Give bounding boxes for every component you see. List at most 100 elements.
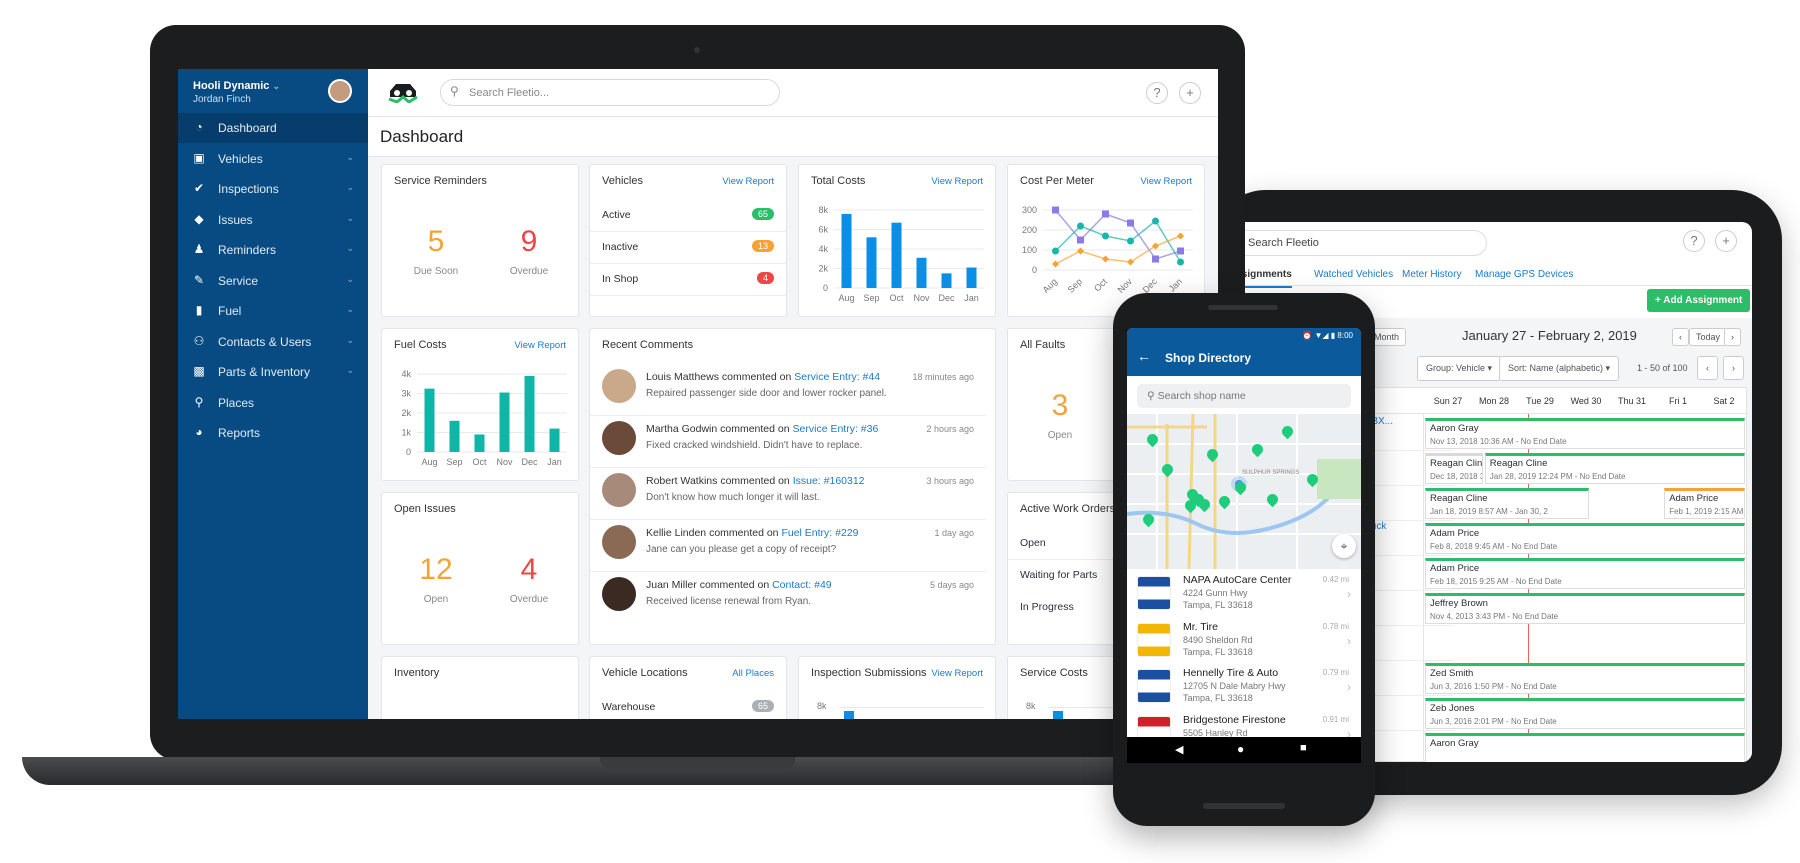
add-button[interactable]: + bbox=[1179, 82, 1201, 104]
issues-overdue-count[interactable]: 4 bbox=[489, 553, 569, 587]
pagination-label: 1 - 50 of 100 bbox=[1637, 363, 1688, 373]
assignment-block[interactable]: Reagan Cline Jan 18, 2019 8:57 AM - Jan 3… bbox=[1425, 488, 1589, 519]
comment-target-link[interactable]: Service Entry: #44 bbox=[794, 371, 880, 383]
sidebar-item-places[interactable]: ⚲ Places bbox=[178, 388, 368, 418]
shop-list-item[interactable]: Hennelly Tire & Auto 12705 N Dale Mabry H… bbox=[1127, 664, 1361, 710]
assignment-block[interactable]: Adam Price Feb 18, 2015 9:25 AM - No End … bbox=[1425, 558, 1745, 589]
day-header: Thu 31 bbox=[1617, 396, 1647, 406]
prev-week-button[interactable]: ‹ bbox=[1672, 328, 1689, 346]
faults-open-count[interactable]: 3 bbox=[1020, 389, 1100, 423]
sidebar-item-reports[interactable]: ◕ Reports bbox=[178, 418, 368, 448]
overdue-count[interactable]: 9 bbox=[489, 225, 569, 259]
sort-select[interactable]: Sort: Name (alphabetic) ▾ bbox=[1499, 356, 1620, 381]
nav-recents-icon[interactable]: ■ bbox=[1300, 742, 1307, 754]
issues-open-count[interactable]: 12 bbox=[396, 553, 476, 587]
nav-home-icon[interactable]: ● bbox=[1237, 742, 1244, 756]
view-report-link[interactable]: View Report bbox=[514, 340, 566, 351]
y-tick-label: 4k bbox=[818, 244, 828, 254]
vehicles-card: Vehicles View Report Active 65 Inactive 13 I… bbox=[589, 164, 787, 317]
view-report-link[interactable]: View Report bbox=[722, 176, 774, 187]
view-report-link[interactable]: View Report bbox=[1140, 176, 1192, 187]
sidebar-item-service[interactable]: ✎ Service ⌄ bbox=[178, 266, 368, 296]
sidebar-item-label: Service bbox=[218, 273, 259, 288]
avatar bbox=[602, 369, 636, 403]
group-select[interactable]: Group: Vehicle ▾ bbox=[1417, 356, 1502, 381]
tab-manage-gps-devices[interactable]: Manage GPS Devices bbox=[1475, 269, 1573, 280]
assignment-block[interactable]: Adam Price Feb 1, 2019 2:15 AM bbox=[1664, 488, 1745, 519]
assignment-block[interactable]: Jeffrey Brown Nov 4, 2013 3:43 PM - No En… bbox=[1425, 593, 1745, 624]
phone-screen: ⏰ ▼◢ ▮ 8:00 ← Shop Directory ⚲ Search sh… bbox=[1127, 328, 1361, 763]
assignment-block[interactable]: Zed Smith Jun 3, 2016 1:50 PM - No End Da… bbox=[1425, 663, 1745, 694]
comment-text: Repaired passenger side door and lower r… bbox=[646, 388, 887, 399]
comment-target-link[interactable]: Contact: #49 bbox=[772, 579, 832, 591]
comment-target-link[interactable]: Fuel Entry: #229 bbox=[781, 527, 858, 539]
assignee-name: Zed Smith bbox=[1430, 668, 1474, 679]
vehicle-row[interactable]: 500 Duallyk • Birmingham bbox=[1303, 626, 1453, 661]
back-arrow-icon[interactable]: ← bbox=[1137, 348, 1151, 364]
tablet-search-input[interactable]: Search Fleetio bbox=[1237, 230, 1487, 256]
tab-watched-vehicles[interactable]: Watched Vehicles bbox=[1314, 269, 1393, 280]
vehicle-status-row[interactable]: Active 65 bbox=[590, 200, 786, 232]
sidebar-item-fuel[interactable]: ▮ Fuel ⌄ bbox=[178, 296, 368, 326]
prev-page-button[interactable]: ‹ bbox=[1697, 356, 1718, 380]
my-location-button[interactable]: ⌖ bbox=[1332, 534, 1356, 558]
shop-address: 8490 Sheldon Rd bbox=[1183, 634, 1253, 645]
assignment-block[interactable]: Zeb Jones Jun 3, 2016 2:01 PM - No End Da… bbox=[1425, 698, 1745, 729]
tablet-add-button[interactable]: + bbox=[1715, 230, 1737, 252]
org-name: Hooli Dynamic bbox=[193, 80, 270, 92]
shop-address: 12705 N Dale Mabry Hwy bbox=[1183, 681, 1286, 691]
sidebar-item-dashboard[interactable]: ◔ Dashboard bbox=[178, 113, 368, 143]
x-tick-label: Oct bbox=[472, 457, 487, 467]
card-title: All Faults bbox=[1020, 339, 1066, 351]
tab-meter-history[interactable]: Meter History bbox=[1402, 269, 1461, 280]
tab-assignments[interactable]: Assignments bbox=[1237, 269, 1292, 288]
bar-sep bbox=[866, 237, 877, 288]
sidebar-item-label: Vehicles bbox=[218, 151, 263, 166]
bell-icon: ♟ bbox=[193, 242, 205, 256]
assignment-block[interactable]: Aaron Gray bbox=[1425, 733, 1745, 762]
status-time: 8:00 bbox=[1337, 331, 1353, 340]
view-report-link[interactable]: View Report bbox=[931, 668, 983, 679]
avatar bbox=[602, 577, 636, 611]
x-tick-label: Nov bbox=[1116, 276, 1135, 295]
sidebar-item-reminders[interactable]: ♟ Reminders ⌄ bbox=[178, 235, 368, 265]
y-tick-label: 0 bbox=[1032, 265, 1037, 275]
sidebar-item-vehicles[interactable]: ▣ Vehicles ⌄ bbox=[178, 144, 368, 174]
assignment-block[interactable]: Adam Price Feb 8, 2018 9:45 AM - No End D… bbox=[1425, 523, 1745, 554]
shop-list-item[interactable]: NAPA AutoCare Center 4224 Gunn Hwy Tampa, … bbox=[1127, 571, 1361, 617]
view-report-link[interactable]: View Report bbox=[931, 176, 983, 187]
assignment-block[interactable]: Reagan Cline Dec 18, 2018 3: bbox=[1425, 453, 1483, 484]
bar-dec bbox=[524, 375, 535, 452]
shop-list-item[interactable]: Mr. Tire 8490 Sheldon Rd Tampa, FL 33618 0.… bbox=[1127, 618, 1361, 664]
shop-map[interactable]: SULPHUR SPRINGS ⌖ bbox=[1127, 414, 1361, 569]
next-page-button[interactable]: › bbox=[1723, 356, 1744, 380]
comment-target-link[interactable]: Service Entry: #36 bbox=[793, 423, 879, 435]
sidebar-item-inspections[interactable]: ✔ Inspections ⌄ bbox=[178, 174, 368, 204]
shop-logo bbox=[1137, 576, 1171, 610]
shop-search-input[interactable]: ⚲ Search shop name bbox=[1137, 384, 1351, 408]
due-soon-count[interactable]: 5 bbox=[396, 225, 476, 259]
help-button[interactable]: ? bbox=[1146, 82, 1168, 104]
day-header: Tue 29 bbox=[1526, 396, 1554, 406]
search-input[interactable]: Search Fleetio... bbox=[440, 79, 780, 106]
sidebar-item-contacts-users[interactable]: ⚇ Contacts & Users ⌄ bbox=[178, 327, 368, 357]
vehicle-status-row[interactable]: In Shop 4 bbox=[590, 264, 786, 296]
comment-target-link[interactable]: Issue: #160312 bbox=[793, 475, 865, 487]
nav-back-icon[interactable]: ◀ bbox=[1175, 743, 1183, 756]
all-places-link[interactable]: All Places bbox=[732, 668, 774, 679]
location-label[interactable]: Warehouse bbox=[602, 701, 655, 713]
tablet-help-button[interactable]: ? bbox=[1683, 230, 1705, 252]
next-week-button[interactable]: › bbox=[1724, 328, 1741, 346]
add-assignment-button[interactable]: + Add Assignment bbox=[1647, 289, 1751, 312]
today-button[interactable]: Today bbox=[1689, 328, 1728, 346]
x-tick-label: Dec bbox=[938, 293, 955, 303]
vehicle-status-row[interactable]: Inactive 13 bbox=[590, 232, 786, 264]
avatar[interactable] bbox=[328, 79, 352, 103]
sidebar-item-issues[interactable]: ◆ Issues ⌄ bbox=[178, 205, 368, 235]
sidebar-item-parts-inventory[interactable]: ▩ Parts & Inventory ⌄ bbox=[178, 357, 368, 387]
data-point bbox=[1101, 255, 1110, 263]
assignment-block[interactable]: Reagan Cline Jan 28, 2019 12:24 PM - No E… bbox=[1484, 453, 1745, 484]
assignment-block[interactable]: Aaron Gray Nov 13, 2018 10:36 AM - No End… bbox=[1425, 418, 1745, 449]
bar bbox=[1053, 711, 1063, 719]
day-header: Sun 27 bbox=[1433, 396, 1463, 406]
